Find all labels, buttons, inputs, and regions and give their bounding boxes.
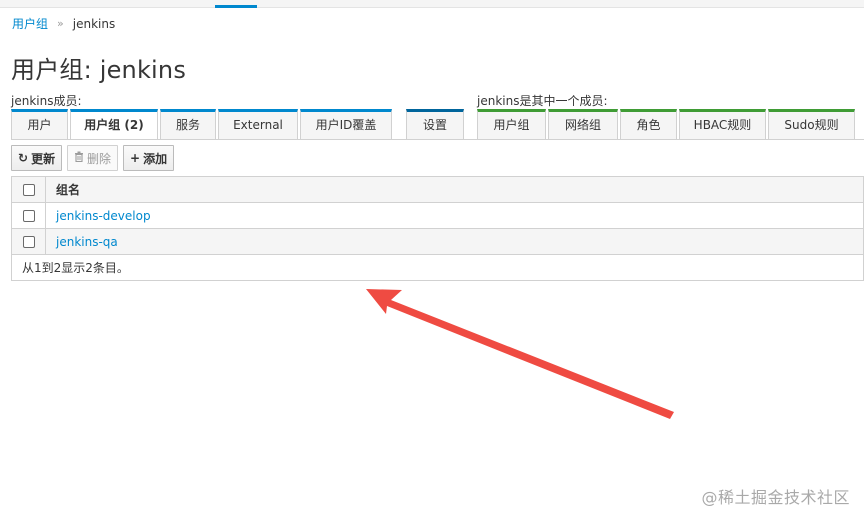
refresh-button-label: 更新 bbox=[31, 151, 56, 166]
tab-memberof-netgroups[interactable]: 网络组 bbox=[548, 109, 618, 139]
row-checkbox[interactable] bbox=[22, 236, 35, 248]
watermark-text: @稀土掘金技术社区 bbox=[701, 488, 850, 507]
members-section-label: jenkins成员: bbox=[11, 94, 82, 108]
select-all-cell bbox=[11, 176, 46, 203]
row-checkbox[interactable] bbox=[22, 210, 35, 222]
group-link[interactable]: jenkins-qa bbox=[56, 235, 118, 249]
refresh-icon: ↻ bbox=[18, 151, 29, 165]
group-name-cell: jenkins-qa bbox=[45, 228, 864, 255]
tab-memberof-sudo-rules[interactable]: Sudo规则 bbox=[768, 109, 855, 139]
tab-member-users[interactable]: 用户 bbox=[11, 109, 68, 139]
table-row: jenkins-develop bbox=[11, 202, 864, 229]
breadcrumb-user-groups-link[interactable]: 用户组 bbox=[12, 15, 48, 32]
active-nav-indicator bbox=[215, 5, 257, 8]
table-header-row: 组名 bbox=[11, 176, 864, 203]
delete-button-label: 删除 bbox=[87, 151, 112, 166]
tab-member-user-groups[interactable]: 用户组 (2) bbox=[70, 109, 158, 140]
delete-button[interactable]: 删除 bbox=[67, 145, 119, 171]
tab-member-external[interactable]: External bbox=[218, 109, 298, 139]
tabs-baseline-divider bbox=[11, 139, 864, 140]
tab-settings[interactable]: 设置 bbox=[406, 109, 464, 139]
pagination-summary: 从1到2显示2条目。 bbox=[11, 254, 864, 281]
tab-member-user-id-overrides[interactable]: 用户ID覆盖 bbox=[300, 109, 392, 139]
select-all-checkbox[interactable] bbox=[22, 184, 35, 196]
breadcrumb: 用户组 » jenkins bbox=[12, 15, 115, 32]
group-link[interactable]: jenkins-develop bbox=[56, 209, 151, 223]
breadcrumb-separator: » bbox=[57, 17, 64, 30]
row-checkbox-cell bbox=[11, 228, 46, 255]
member-of-section-label: jenkins是其中一个成员: bbox=[477, 94, 608, 108]
table-footer-row: 从1到2显示2条目。 bbox=[11, 254, 864, 281]
row-checkbox-cell bbox=[11, 202, 46, 229]
group-name-cell: jenkins-develop bbox=[45, 202, 864, 229]
page-title: 用户组: jenkins bbox=[11, 56, 187, 84]
annotation-arrow-shape bbox=[366, 289, 674, 419]
tab-memberof-hbac-rules[interactable]: HBAC规则 bbox=[679, 109, 766, 139]
tab-member-services[interactable]: 服务 bbox=[160, 109, 216, 139]
table-row: jenkins-qa bbox=[11, 228, 864, 255]
add-button-label: 添加 bbox=[143, 151, 168, 166]
plus-icon: + bbox=[130, 151, 141, 165]
add-button[interactable]: + 添加 bbox=[123, 145, 175, 171]
top-nav-strip bbox=[0, 0, 864, 8]
column-header-group-name[interactable]: 组名 bbox=[45, 176, 864, 203]
user-groups-table: 组名 jenkins-develop jenkins-qa 从1到2显示2条目。 bbox=[11, 176, 864, 281]
tab-memberof-user-groups[interactable]: 用户组 bbox=[477, 109, 546, 139]
refresh-button[interactable]: ↻ 更新 bbox=[11, 145, 63, 171]
tab-memberof-roles[interactable]: 角色 bbox=[620, 109, 677, 139]
trash-icon bbox=[74, 151, 84, 165]
breadcrumb-current: jenkins bbox=[72, 16, 116, 31]
